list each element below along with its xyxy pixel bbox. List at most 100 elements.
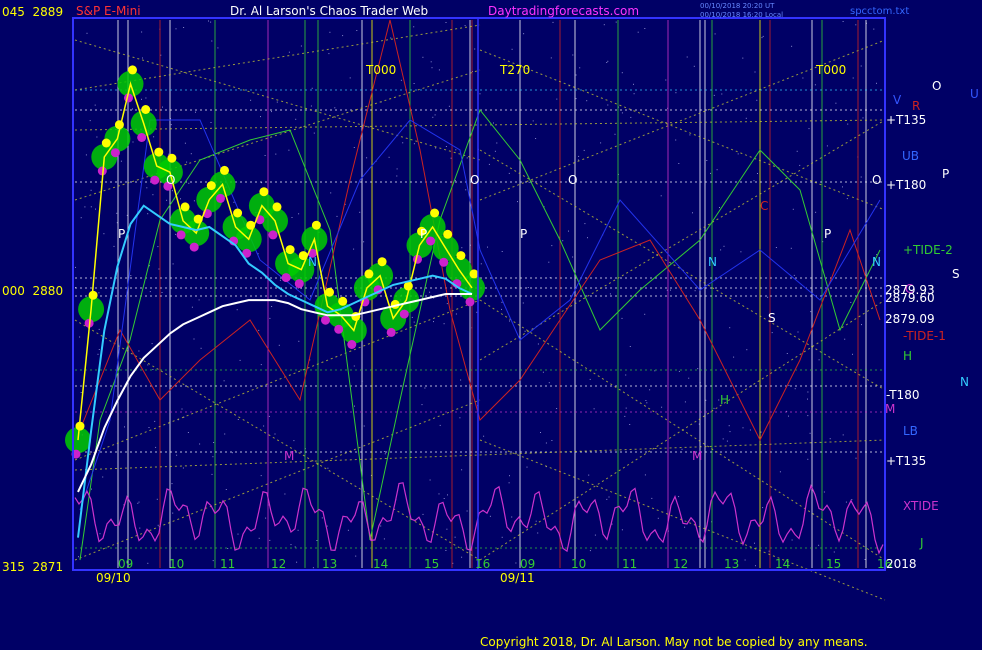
star (788, 415, 789, 417)
dot-up (180, 202, 190, 212)
star (95, 208, 96, 210)
star (494, 150, 496, 152)
star (86, 32, 88, 34)
star (716, 169, 718, 171)
star (413, 143, 415, 145)
x-tick-day2: 10 (571, 557, 586, 571)
star (231, 452, 233, 454)
star (855, 24, 857, 26)
star (275, 153, 277, 155)
stamp-local: 00/10/2018 16:20 Local (700, 11, 783, 19)
star (147, 213, 149, 215)
star (551, 245, 553, 247)
dot-up (141, 105, 151, 114)
star (621, 72, 623, 74)
in-chart-label: N (308, 255, 317, 269)
star (175, 233, 177, 235)
star (753, 180, 755, 182)
star (347, 529, 349, 531)
star (130, 275, 132, 277)
star (760, 431, 762, 433)
star (615, 21, 617, 23)
star (445, 550, 447, 551)
star (742, 427, 744, 429)
star (180, 198, 181, 200)
x-tick-day1: 13 (322, 557, 337, 571)
star (450, 157, 452, 159)
star (722, 438, 724, 440)
star (466, 157, 468, 159)
star (461, 556, 463, 558)
star (737, 153, 739, 155)
star (644, 313, 646, 315)
star (175, 28, 177, 30)
site-label: Daytradingforecasts.com (488, 4, 639, 18)
star (693, 65, 695, 67)
star (162, 106, 163, 108)
star (157, 246, 159, 248)
star (313, 132, 315, 134)
star (809, 432, 811, 434)
star (511, 48, 513, 50)
star (233, 201, 235, 203)
star (413, 83, 415, 84)
star (697, 368, 699, 370)
star (268, 415, 270, 417)
star (223, 380, 225, 382)
star (278, 344, 280, 346)
in-chart-label: P (520, 227, 527, 241)
x-tick-day1: 09 (118, 557, 133, 571)
star (190, 153, 192, 155)
dot-down (294, 279, 304, 289)
star (689, 134, 691, 136)
star (721, 93, 723, 95)
in-chart-label: O (166, 173, 175, 187)
star (294, 546, 296, 548)
star (710, 172, 711, 174)
star (432, 116, 434, 118)
right-label: U (970, 87, 979, 101)
star (657, 517, 659, 519)
dot-up (220, 165, 229, 175)
dot-up (311, 220, 321, 230)
star (390, 37, 392, 39)
x-tick-day2: 14 (775, 557, 790, 571)
star (556, 408, 558, 409)
star (446, 303, 448, 305)
star (466, 510, 468, 512)
star (258, 537, 260, 539)
x-tick-day2: 15 (826, 557, 841, 571)
star (552, 21, 554, 23)
star (845, 501, 847, 503)
star (366, 157, 368, 159)
dot-up (469, 269, 479, 279)
star (264, 155, 266, 156)
star (295, 118, 297, 120)
star (384, 453, 386, 455)
star (316, 540, 318, 541)
star (430, 61, 432, 63)
star (479, 93, 481, 95)
right-label: +T135 (886, 454, 926, 468)
star (141, 98, 142, 100)
marker-t000-b: T000 (815, 63, 846, 77)
star (193, 200, 195, 202)
star (501, 301, 503, 303)
star (528, 181, 530, 183)
star (212, 456, 214, 458)
star (435, 147, 437, 149)
star (225, 489, 227, 490)
star (310, 105, 312, 107)
star (271, 306, 273, 307)
star (675, 92, 677, 94)
dot-up (456, 251, 466, 261)
star (455, 313, 457, 315)
star (686, 56, 688, 58)
star (487, 246, 488, 248)
star (142, 57, 143, 59)
star (336, 215, 338, 217)
star (359, 211, 361, 213)
star (508, 172, 510, 174)
star (807, 458, 809, 460)
star (779, 471, 781, 473)
